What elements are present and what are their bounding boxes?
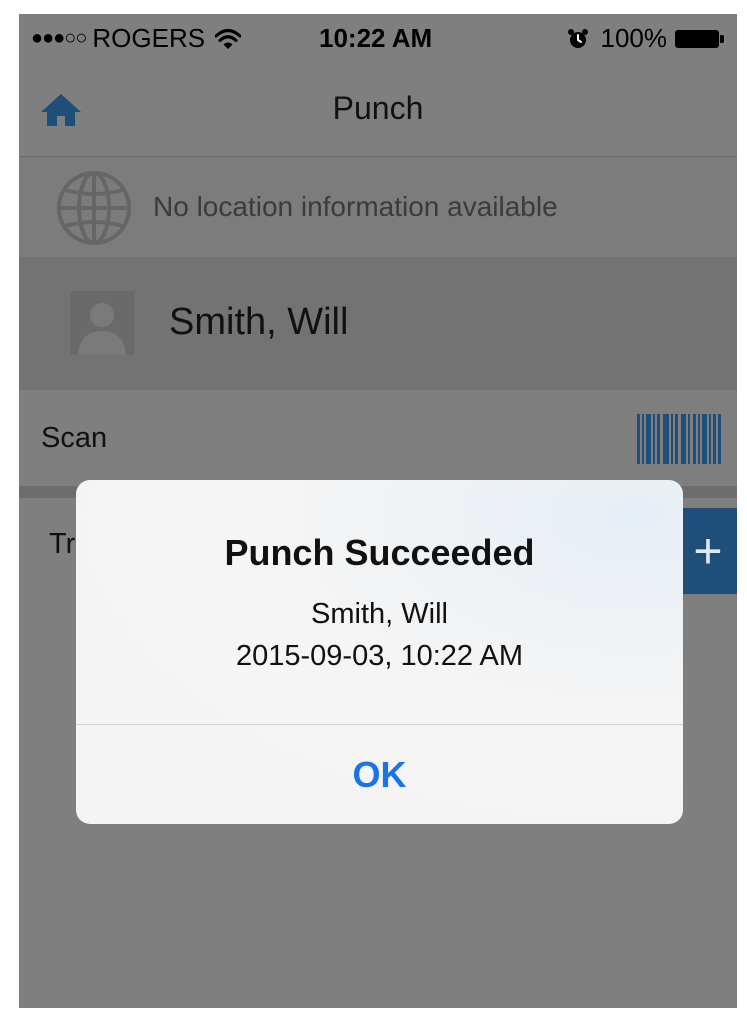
phone-screen: ●●●○○ ROGERS 10:22 AM 100% Punch No loca… [19, 14, 737, 1008]
avatar [70, 291, 134, 355]
alert-title: Punch Succeeded [224, 532, 535, 573]
carrier-name: ROGERS [92, 23, 206, 53]
alarm-icon [567, 28, 588, 48]
location-row: No location information available [19, 157, 737, 257]
user-row[interactable]: Smith, Will [19, 257, 737, 390]
user-silhouette-icon [78, 303, 126, 355]
alert-employee-name: Smith, Will [311, 598, 448, 630]
user-name: Smith, Will [169, 301, 349, 343]
punch-alert-dialog: Punch Succeeded Smith, Will 2015-09-03, … [76, 480, 683, 824]
location-status-text: No location information available [153, 191, 558, 222]
wifi-icon [215, 28, 242, 49]
status-bar: ●●●○○ ROGERS 10:22 AM 100% [19, 14, 737, 60]
alert-datetime: 2015-09-03, 10:22 AM [236, 640, 523, 672]
ok-button[interactable]: OK [76, 725, 683, 824]
add-button[interactable]: + [679, 508, 737, 594]
transfer-label: Tr [49, 528, 76, 560]
signal-strength: ●●●○○ [31, 27, 87, 49]
scan-row[interactable]: Scan [19, 390, 737, 486]
battery-icon [675, 29, 725, 49]
scan-label: Scan [41, 422, 108, 454]
status-left: ●●●○○ ROGERS [31, 23, 242, 54]
nav-bar: Punch [19, 60, 737, 157]
globe-icon [57, 171, 131, 245]
barcode-icon[interactable] [637, 414, 721, 464]
status-right: 100% [567, 23, 726, 54]
battery-percent: 100% [600, 23, 668, 53]
status-time: 10:22 AM [319, 23, 433, 53]
page-title: Punch [332, 90, 424, 126]
